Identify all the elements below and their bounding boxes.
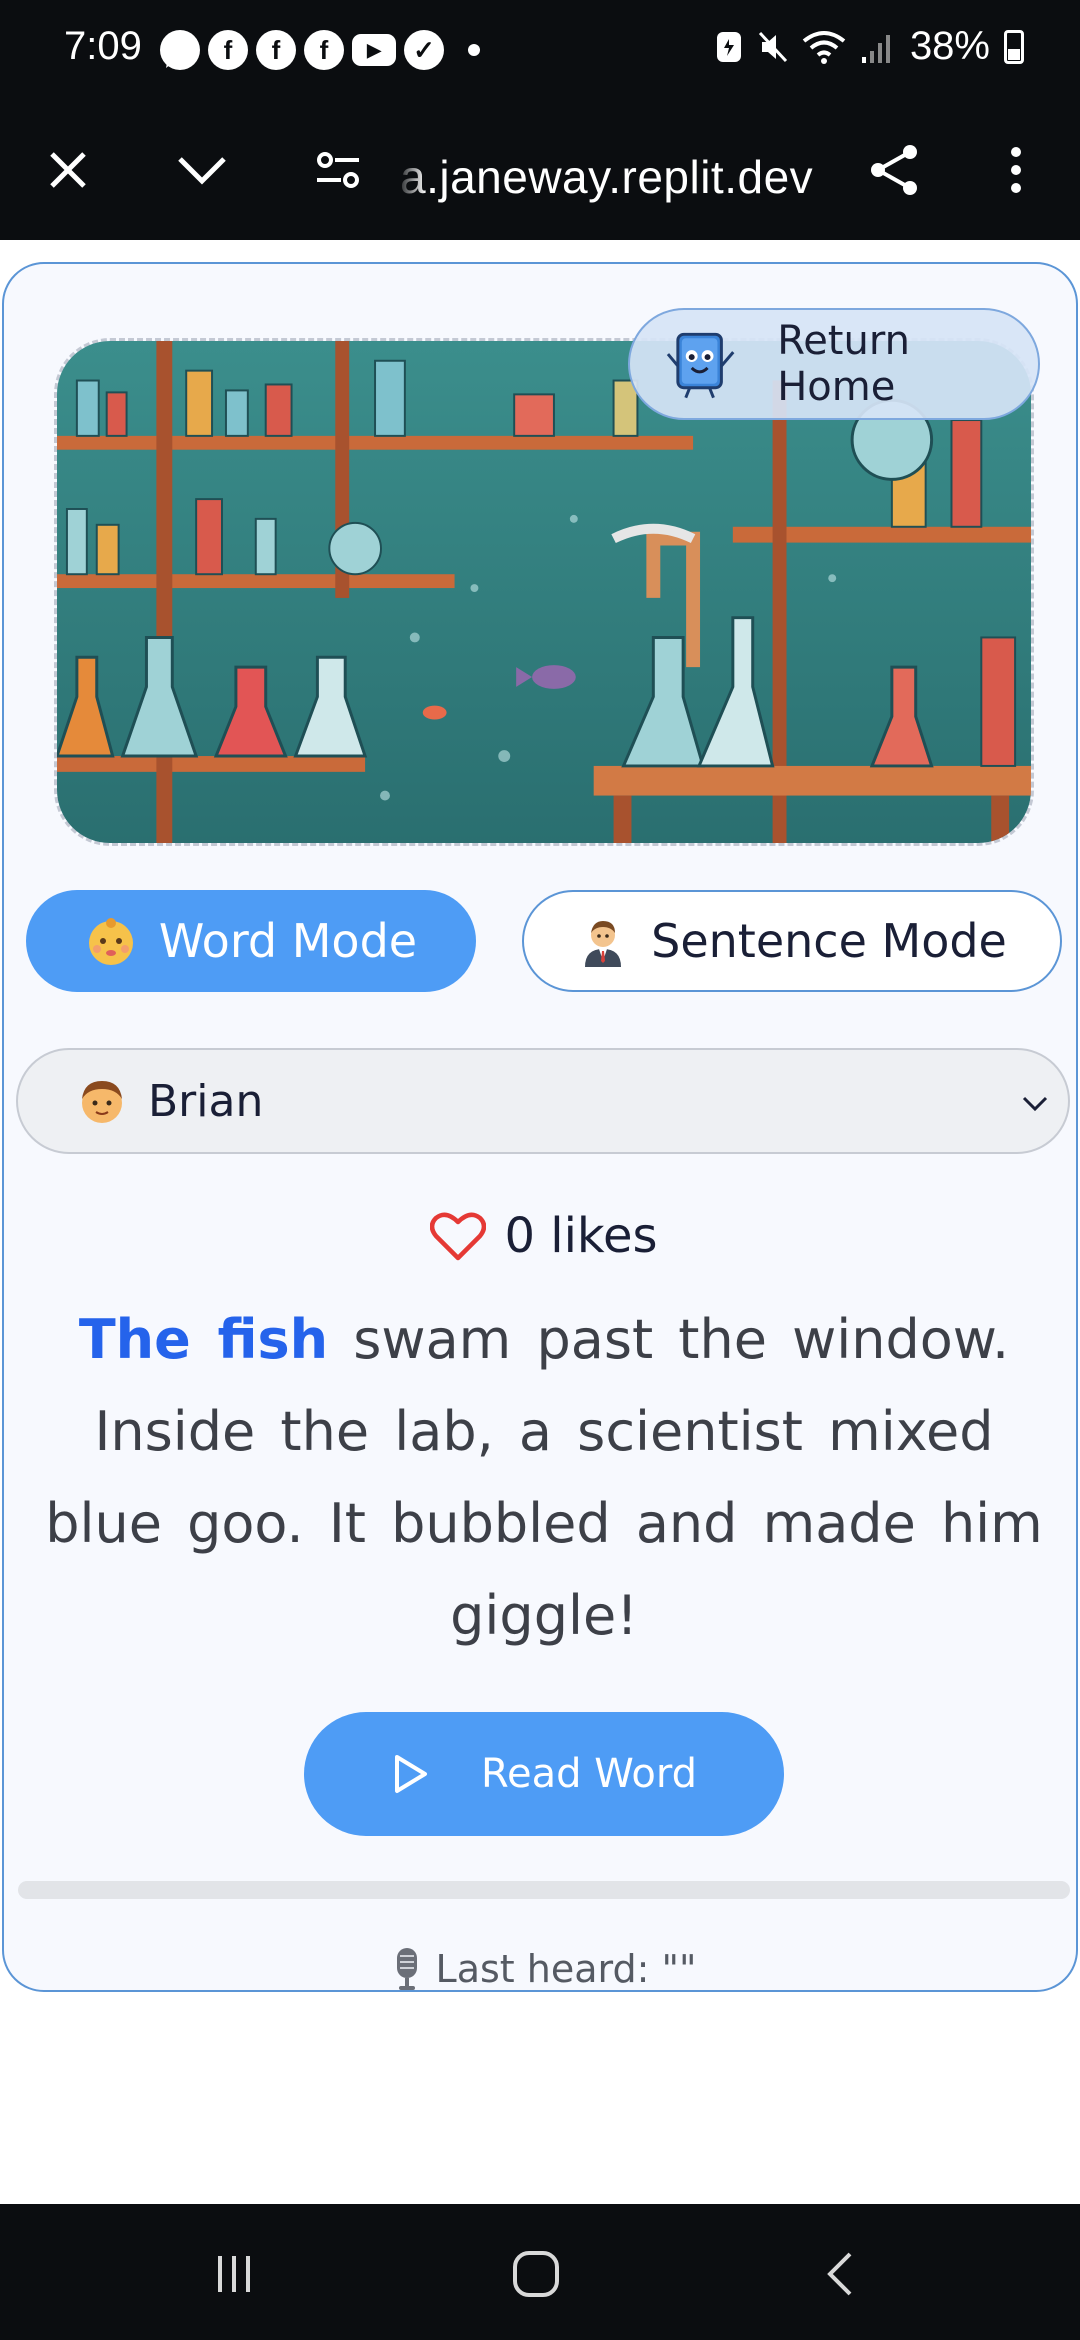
more-vert-icon — [1011, 147, 1021, 193]
chevron-down-icon — [1022, 1096, 1048, 1112]
close-icon — [50, 152, 86, 188]
minimize-button[interactable] — [170, 138, 234, 202]
back-button[interactable] — [810, 2244, 870, 2304]
wifi-icon — [802, 30, 846, 64]
word-mode-button[interactable]: Word Mode — [26, 890, 476, 992]
recents-icon — [218, 2256, 250, 2292]
tune-icon — [317, 152, 359, 188]
heart-icon[interactable] — [430, 1210, 487, 1262]
system-nav-bar — [0, 2204, 1080, 2340]
url-bar[interactable]: a.janeway.replit.dev — [400, 150, 813, 204]
youtube-icon: ▶ — [352, 34, 396, 66]
check-icon: ✓ — [404, 30, 444, 70]
likes-row: 0 likes — [4, 1208, 1080, 1264]
last-heard-row: Last heard: "" — [4, 1946, 1080, 1992]
return-home-button[interactable]: Return Home — [628, 308, 1040, 420]
site-settings-button[interactable] — [306, 138, 370, 202]
sentence-mode-label: Sentence Mode — [651, 914, 1007, 968]
home-icon — [513, 2251, 559, 2297]
page-content: Return Home Word Mode Sentence Mode Bria… — [0, 240, 1080, 2204]
status-right: 38% — [714, 24, 1024, 69]
battery-percent: 38% — [909, 24, 990, 68]
status-bar: 7:09 f f f ▶ ✓ 38% — [0, 0, 1080, 100]
current-word-highlight[interactable]: The fish — [79, 1308, 328, 1371]
reading-progress-bar — [18, 1881, 1070, 1899]
close-tab-button[interactable] — [36, 138, 100, 202]
signal-icon — [861, 34, 890, 63]
office-worker-icon — [585, 921, 622, 967]
boy-icon — [82, 1081, 122, 1123]
status-time: 7:09 — [64, 24, 142, 68]
play-icon — [394, 1755, 427, 1793]
sentence-mode-button[interactable]: Sentence Mode — [522, 890, 1062, 992]
url-fade — [396, 148, 426, 208]
baby-icon — [88, 918, 133, 965]
mute-icon — [758, 31, 788, 62]
more-notifications-dot — [468, 44, 480, 56]
likes-count: 0 likes — [504, 1208, 658, 1264]
facebook-icon: f — [256, 30, 296, 70]
share-button[interactable] — [862, 138, 926, 202]
return-home-label: Return Home — [777, 318, 910, 410]
battery-saver-icon — [716, 31, 741, 62]
chevron-down-icon — [178, 157, 226, 185]
facebook-icon: f — [304, 30, 344, 70]
last-heard-text: Last heard: "" — [435, 1947, 697, 1991]
menu-button[interactable] — [984, 138, 1048, 202]
story-text: The fish swam past the window. Inside th… — [28, 1294, 1060, 1662]
microphone-icon — [396, 1948, 417, 1990]
facebook-icon: f — [208, 30, 248, 70]
browser-toolbar: a.janeway.replit.dev — [0, 100, 1080, 240]
story-card: Return Home Word Mode Sentence Mode Bria… — [2, 262, 1078, 1992]
voice-select[interactable]: Brian — [16, 1048, 1070, 1154]
notification-icons: f f f ▶ ✓ — [160, 30, 480, 70]
back-icon — [827, 2252, 852, 2296]
read-word-label: Read Word — [480, 1751, 698, 1797]
battery-icon — [1004, 29, 1024, 64]
word-mode-label: Word Mode — [158, 914, 418, 968]
book-mascot-icon — [666, 332, 735, 399]
recent-apps-button[interactable] — [204, 2244, 264, 2304]
share-icon — [871, 145, 917, 195]
voice-name: Brian — [148, 1075, 264, 1127]
home-button[interactable] — [506, 2244, 566, 2304]
chat-icon — [160, 30, 200, 70]
read-word-button[interactable]: Read Word — [304, 1712, 784, 1836]
